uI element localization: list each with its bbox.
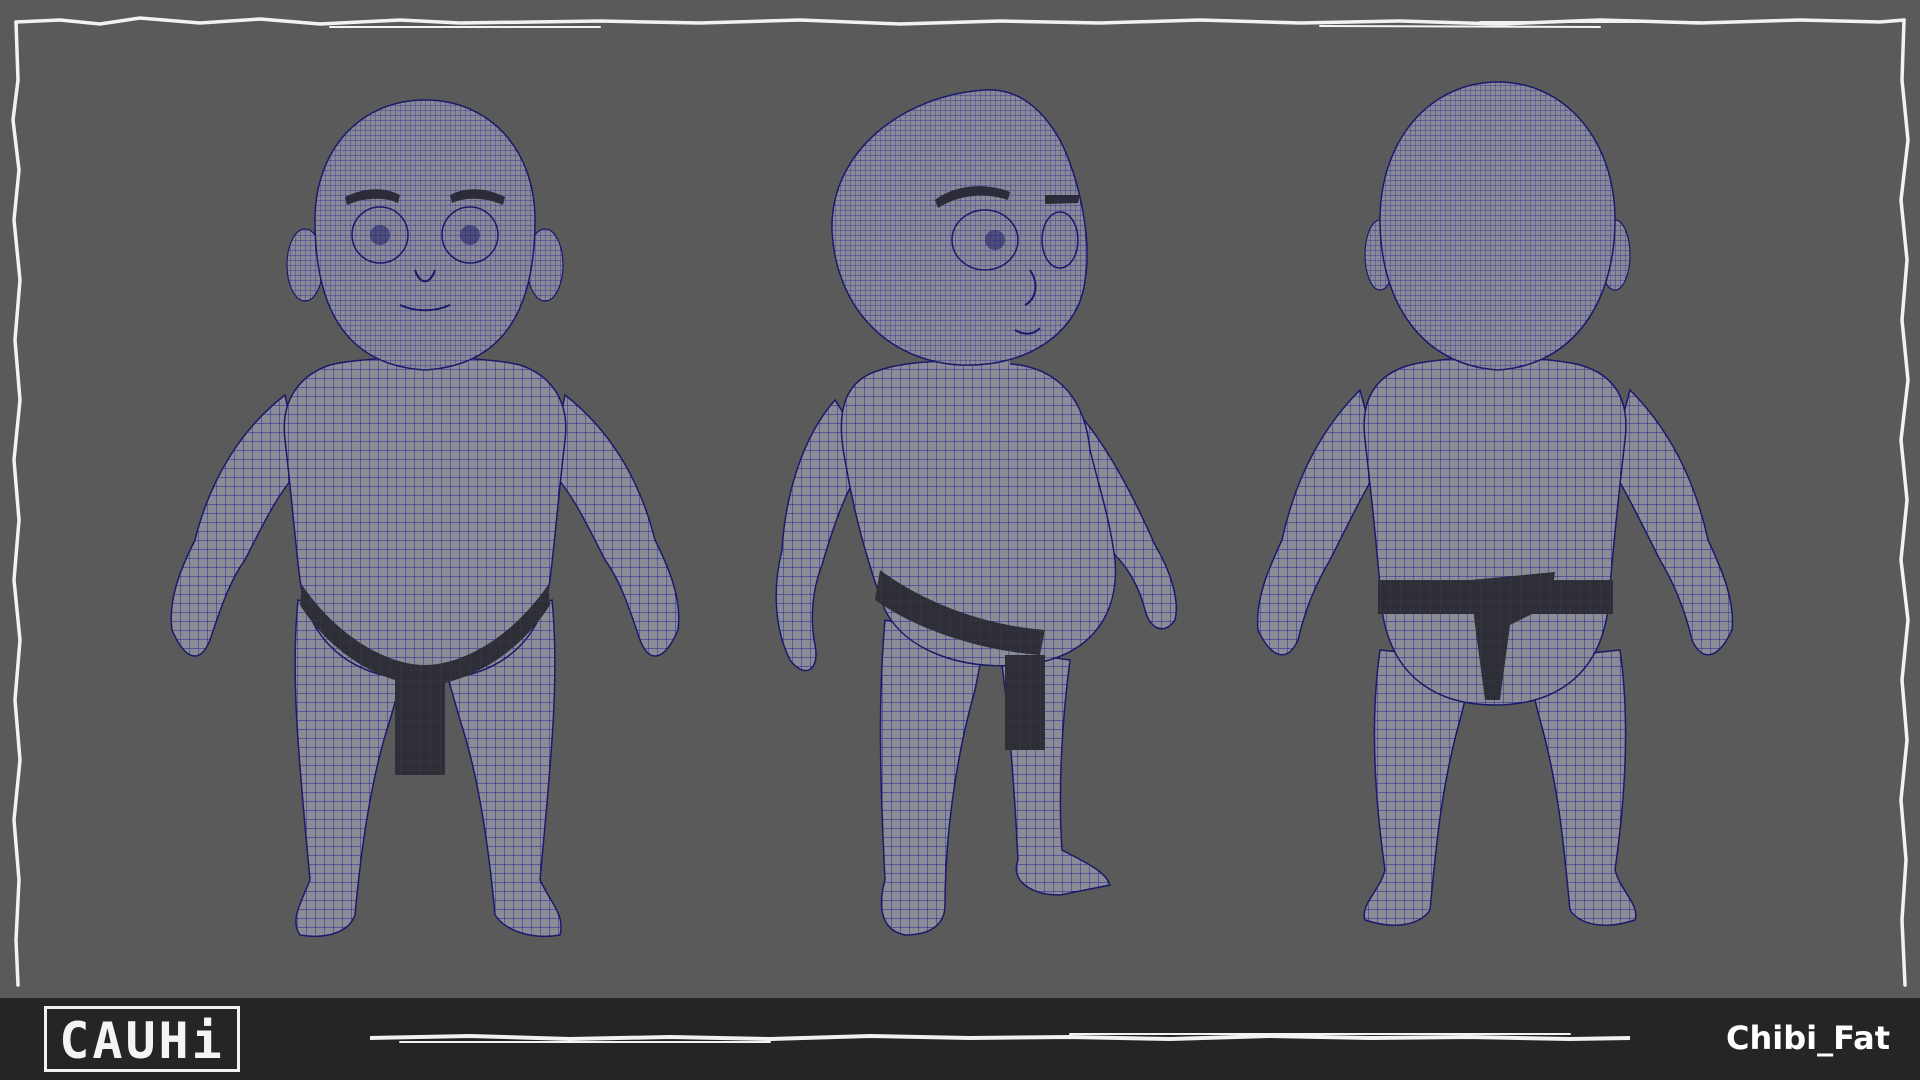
footer-bar: CAUHi Chibi_Fat xyxy=(0,998,1920,1080)
frame-right-edge xyxy=(1899,18,1910,987)
brand-logo-text: CAUHi xyxy=(59,1012,225,1070)
model-viewport xyxy=(0,0,1920,998)
model-title: Chibi_Fat xyxy=(1726,1019,1890,1057)
footer-sketch-line xyxy=(370,1033,1630,1043)
sketch-frame xyxy=(11,16,1910,987)
brand-logo: CAUHi xyxy=(44,1006,240,1072)
artwork-canvas: CAUHi Chibi_Fat xyxy=(0,0,1920,1080)
frame-left-edge xyxy=(11,20,22,987)
